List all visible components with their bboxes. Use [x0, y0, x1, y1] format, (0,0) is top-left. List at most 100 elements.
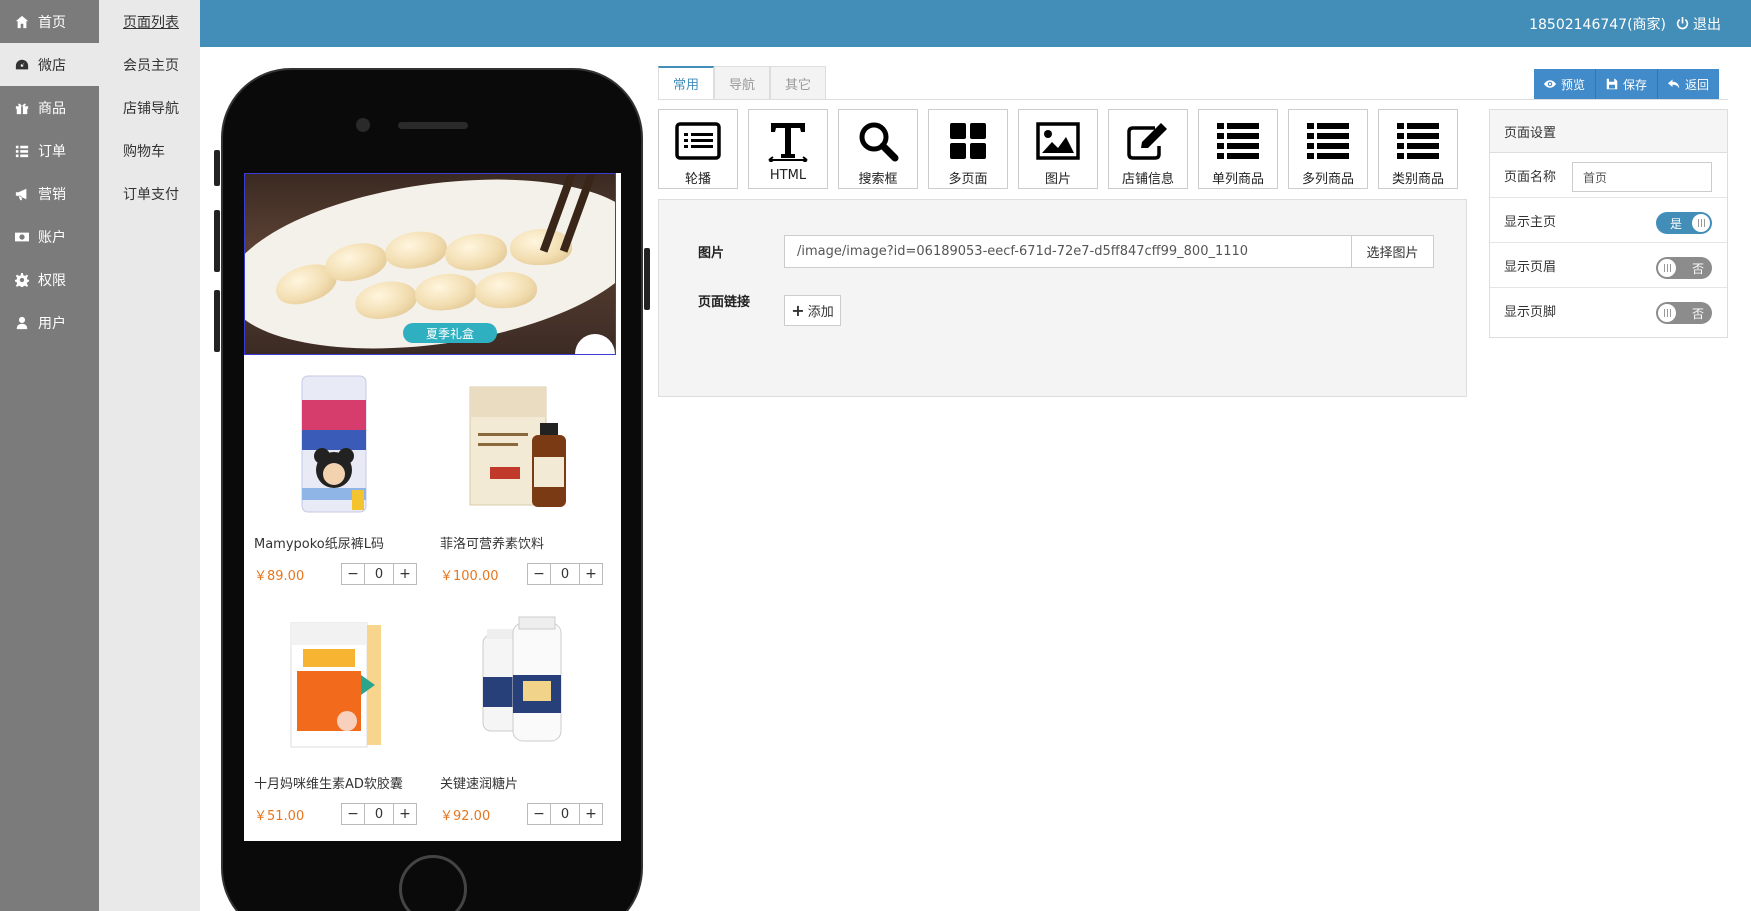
money-icon [14, 229, 30, 245]
sidebar-item-orders[interactable]: 订单 [0, 129, 99, 172]
quantity-value[interactable]: 0 [550, 564, 580, 584]
choose-image-button[interactable]: 选择图片 [1352, 235, 1434, 268]
banner-tag: 夏季礼盒 [403, 323, 497, 343]
subnav-item-page-list[interactable]: 页面列表 [99, 0, 200, 43]
home-icon [14, 14, 30, 30]
sidebar-item-label: 权限 [38, 272, 66, 289]
increase-button[interactable]: + [580, 804, 602, 824]
widget-label: 店铺信息 [1121, 172, 1174, 187]
widget-single-column[interactable]: 单列商品 [1198, 109, 1278, 189]
subnav-item-member-home[interactable]: 会员主页 [99, 43, 200, 86]
back-button[interactable]: 返回 [1658, 69, 1719, 99]
widget-label: HTML [769, 168, 807, 183]
widget-multi-page[interactable]: 多页面 [928, 109, 1008, 189]
increase-button[interactable]: + [580, 564, 602, 584]
carousel-icon [675, 122, 721, 160]
decrease-button[interactable]: − [528, 564, 550, 584]
widget-label: 单列商品 [1211, 172, 1264, 187]
subnav-item-cart[interactable]: 购物车 [99, 129, 200, 172]
quantity-value[interactable]: 0 [550, 804, 580, 824]
image-url-field[interactable]: /image/image?id=06189053-eecf-671d-72e7-… [784, 235, 1352, 268]
show-footer-toggle[interactable]: 否 [1656, 302, 1712, 324]
quantity-stepper: − 0 + [527, 563, 603, 585]
product-image [264, 367, 404, 517]
preview-label: 预览 [1561, 77, 1586, 92]
phone-screen[interactable]: 夏季礼盒 Mamypoko纸尿裤L码 ￥89.00 − 0 + 菲洛可营养素饮料… [244, 173, 621, 841]
phone-camera [356, 118, 370, 132]
decrease-button[interactable]: − [342, 804, 364, 824]
decrease-button[interactable]: − [528, 804, 550, 824]
product-price: ￥92.00 [440, 809, 491, 824]
sidebar-item-label: 订单 [38, 143, 66, 160]
preview-button[interactable]: 预览 [1534, 69, 1597, 99]
increase-button[interactable]: + [394, 804, 416, 824]
list-icon [14, 143, 30, 159]
sidebar-item-weidian[interactable]: 微店 [0, 43, 99, 86]
current-user: 18502146747(商家) [1529, 16, 1666, 33]
settings-title: 页面设置 [1490, 110, 1727, 153]
subnav-item-shop-nav[interactable]: 店铺导航 [99, 86, 200, 129]
carousel-indicator[interactable] [575, 334, 615, 354]
quantity-stepper: − 0 + [527, 803, 603, 825]
list-icon [1397, 123, 1439, 159]
decrease-button[interactable]: − [342, 564, 364, 584]
quantity-value[interactable]: 0 [364, 564, 394, 584]
widget-category[interactable]: 类别商品 [1378, 109, 1458, 189]
product-price: ￥100.00 [440, 569, 499, 584]
page-link-label: 页面链接 [698, 295, 751, 310]
phone-volume-up [214, 210, 220, 272]
image-icon [1036, 122, 1080, 160]
show-home-toggle[interactable]: 是 [1656, 212, 1712, 234]
tab-divider [658, 99, 1728, 100]
show-header-toggle[interactable]: 否 [1656, 257, 1712, 279]
sidebar-item-label: 用户 [38, 315, 66, 332]
sidebar-item-label: 账户 [38, 229, 66, 246]
plus-icon: + [791, 301, 805, 320]
sidebar-item-permission[interactable]: 权限 [0, 258, 99, 301]
tab-common[interactable]: 常用 [658, 66, 715, 99]
toggle-knob [1658, 304, 1676, 322]
sidebar-item-label: 营销 [38, 186, 66, 203]
save-label: 保存 [1623, 77, 1648, 92]
setting-row-page-name: 页面名称 首页 [1490, 153, 1727, 198]
phone-speaker [398, 122, 468, 129]
setting-row-show-home: 显示主页 是 [1490, 198, 1727, 243]
text-icon [768, 123, 808, 162]
quantity-value[interactable]: 0 [364, 804, 394, 824]
gear-icon [14, 272, 30, 288]
tab-navigation[interactable]: 导航 [714, 66, 771, 99]
product-image [264, 607, 404, 757]
toggle-state: 否 [1691, 306, 1704, 321]
action-button-group: 预览 保存 返回 [1534, 69, 1720, 99]
sidebar-item-marketing[interactable]: 营销 [0, 172, 99, 215]
secondary-sidebar: 页面列表 会员主页 店铺导航 购物车 订单支付 [99, 0, 200, 911]
sidebar-item-users[interactable]: 用户 [0, 301, 99, 344]
add-link-button[interactable]: + 添加 [784, 295, 841, 326]
back-label: 返回 [1685, 77, 1710, 92]
page-name-field[interactable]: 首页 [1572, 162, 1712, 192]
widget-image[interactable]: 图片 [1018, 109, 1098, 189]
page-settings-panel: 页面设置 页面名称 首页 显示主页 是 显示页眉 否 显示页脚 否 [1489, 109, 1728, 338]
logout-button[interactable]: 退出 [1676, 14, 1721, 34]
component-tabs: 常用 导航 其它 [658, 66, 827, 99]
tab-other[interactable]: 其它 [770, 66, 827, 99]
subnav-label: 订单支付 [123, 186, 179, 203]
widget-carousel[interactable]: 轮播 [658, 109, 738, 189]
widget-search-box[interactable]: 搜索框 [838, 109, 918, 189]
carousel-banner[interactable]: 夏季礼盒 [244, 173, 616, 355]
product-name: 十月妈咪维生素AD软胶囊 [254, 777, 403, 792]
widget-multi-column[interactable]: 多列商品 [1288, 109, 1368, 189]
product-price: ￥89.00 [254, 569, 305, 584]
sidebar-item-goods[interactable]: 商品 [0, 86, 99, 129]
product-image [450, 367, 590, 517]
sidebar-item-account[interactable]: 账户 [0, 215, 99, 258]
subnav-item-order-pay[interactable]: 订单支付 [99, 172, 200, 215]
widget-shop-info[interactable]: 店铺信息 [1108, 109, 1188, 189]
user-icon [14, 315, 30, 331]
widget-label: 类别商品 [1391, 172, 1444, 187]
save-button[interactable]: 保存 [1596, 69, 1659, 99]
phone-mute-switch [214, 150, 220, 186]
sidebar-item-home[interactable]: 首页 [0, 0, 99, 43]
increase-button[interactable]: + [394, 564, 416, 584]
widget-html[interactable]: HTML [748, 109, 828, 189]
